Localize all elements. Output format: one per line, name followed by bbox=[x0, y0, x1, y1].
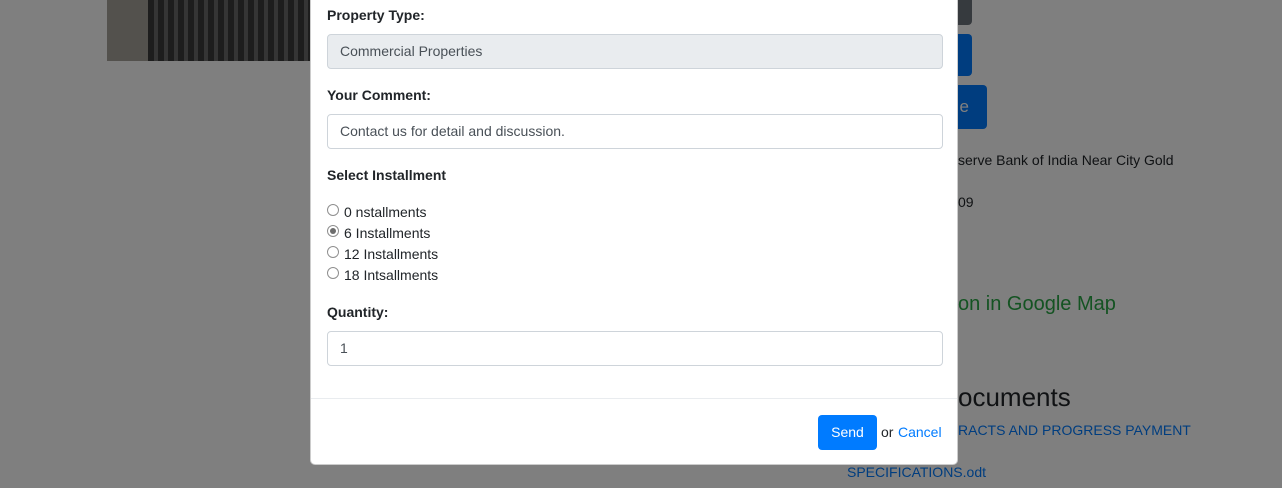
comment-label: Your Comment: bbox=[327, 87, 431, 103]
quantity-label: Quantity: bbox=[327, 304, 389, 320]
modal-body: Property Type: Commercial Properties You… bbox=[311, 0, 957, 398]
cancel-link[interactable]: Cancel bbox=[898, 424, 942, 440]
property-type-field: Commercial Properties bbox=[327, 34, 943, 69]
installment-option-label: 18 Intsallments bbox=[344, 267, 439, 283]
installment-option-label: 6 Installments bbox=[344, 225, 431, 241]
modal-footer-divider bbox=[311, 398, 957, 399]
radio-button[interactable] bbox=[327, 204, 339, 216]
property-type-label: Property Type: bbox=[327, 7, 425, 23]
installment-option-6[interactable]: 6 Installments bbox=[327, 224, 430, 242]
radio-button[interactable] bbox=[327, 246, 339, 258]
order-modal: Property Type: Commercial Properties You… bbox=[310, 0, 958, 465]
installment-option-12[interactable]: 12 Installments bbox=[327, 245, 438, 263]
installment-option-0[interactable]: 0 nstallments bbox=[327, 203, 426, 221]
radio-button-selected[interactable] bbox=[327, 225, 339, 237]
or-text: or bbox=[881, 424, 894, 440]
installment-label: Select Installment bbox=[327, 167, 447, 183]
installment-option-18[interactable]: 18 Intsallments bbox=[327, 266, 438, 284]
quantity-field[interactable]: 1 bbox=[327, 331, 943, 366]
installment-option-label: 12 Installments bbox=[344, 246, 439, 262]
radio-button[interactable] bbox=[327, 267, 339, 279]
installment-option-label: 0 nstallments bbox=[344, 204, 427, 220]
send-button[interactable]: Send bbox=[818, 415, 877, 450]
comment-field[interactable]: Contact us for detail and discussion. bbox=[327, 114, 943, 149]
